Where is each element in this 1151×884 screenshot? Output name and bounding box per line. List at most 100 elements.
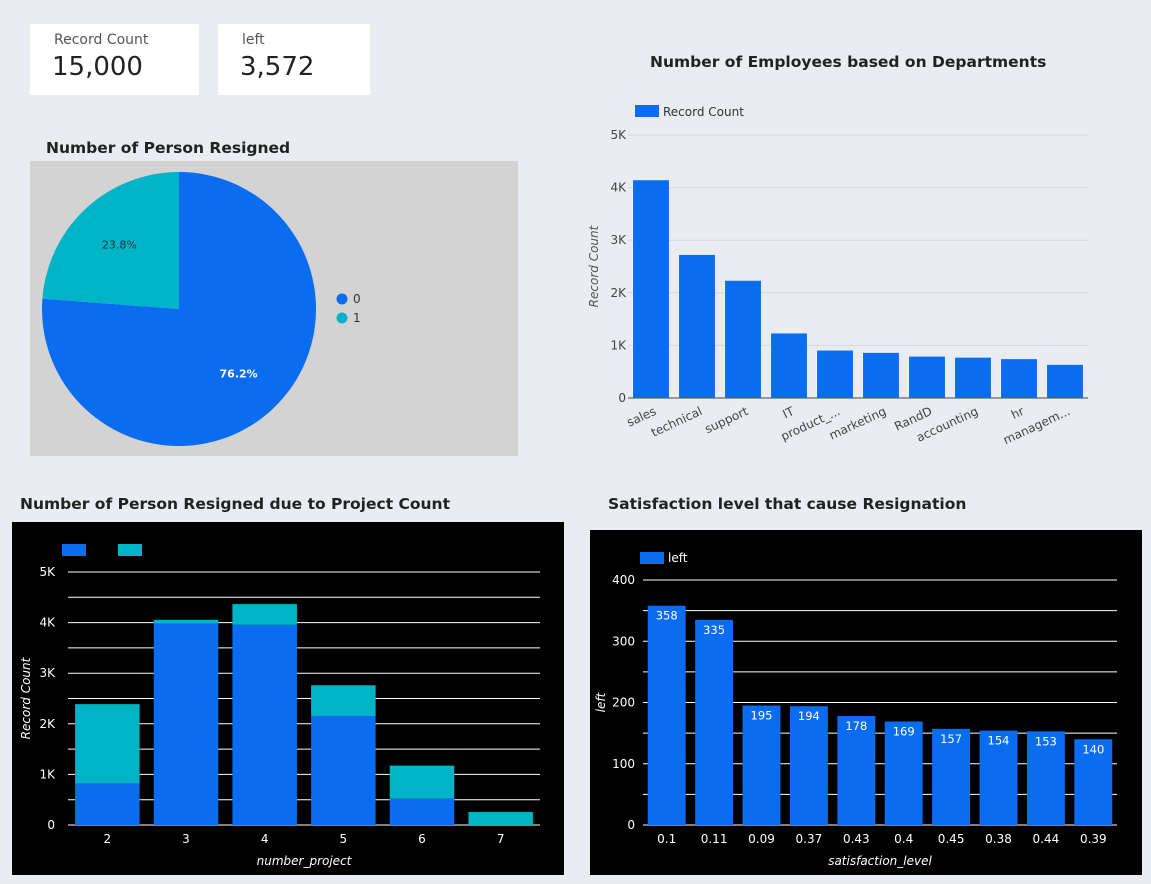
data-label: 153 xyxy=(1035,734,1057,748)
bar-segment-2 xyxy=(75,783,140,825)
bar-accounting xyxy=(955,357,991,398)
y-tick-label: 1K xyxy=(610,338,627,352)
satisfaction-bar-chart: 0 100 200 300 400 left left 358 0.1 335 0.11 195 0.0… xyxy=(590,530,1142,875)
legend-marker xyxy=(640,552,664,564)
y-tick-label: 300 xyxy=(612,634,635,648)
x-tick-label: 0.1 xyxy=(657,832,676,846)
kpi-record-count: Record Count 15,000 xyxy=(30,24,199,95)
x-tick-label: 6 xyxy=(418,832,426,846)
data-label: 154 xyxy=(988,734,1010,748)
data-label: 140 xyxy=(1082,742,1104,756)
kpi-label: Record Count xyxy=(54,32,149,48)
y-tick-label: 5K xyxy=(39,565,56,579)
y-tick-label: 4K xyxy=(610,181,627,195)
bar-segment-6 xyxy=(389,765,455,799)
y-tick-label: 2K xyxy=(610,286,627,300)
y-tick-label: 0 xyxy=(618,391,626,405)
bar-hr xyxy=(1001,359,1037,398)
y-tick-label: 100 xyxy=(612,757,635,771)
legend-marker xyxy=(336,293,348,305)
x-tick-label: 2 xyxy=(104,832,112,846)
dept-chart-title: Number of Employees based on Departments xyxy=(650,53,1047,71)
bar-technical xyxy=(679,254,715,398)
x-tick-label: 4 xyxy=(261,832,269,846)
data-label: 169 xyxy=(893,724,915,738)
satisfaction-chart-title: Satisfaction level that cause Resignatio… xyxy=(608,495,967,513)
y-tick-label: 200 xyxy=(612,696,635,710)
y-tick-label: 400 xyxy=(612,573,635,587)
x-tick-label: technical xyxy=(649,404,704,440)
bar-segment-4 xyxy=(232,604,297,625)
kpi-value: 3,572 xyxy=(240,52,315,82)
bar-segment-3 xyxy=(153,623,219,825)
bar-managem... xyxy=(1047,364,1083,398)
bar-product_... xyxy=(817,350,853,398)
bar-segment-2 xyxy=(75,704,140,784)
bar-IT xyxy=(771,333,807,398)
project-chart-title: Number of Person Resigned due to Project… xyxy=(20,495,451,513)
y-tick-label: 5K xyxy=(610,128,627,142)
bar-segment-6 xyxy=(389,798,455,825)
pie-chart-title: Number of Person Resigned xyxy=(46,139,291,157)
x-tick-label: 0.38 xyxy=(985,832,1012,846)
x-tick-label: 0.44 xyxy=(1033,832,1060,846)
legend-marker xyxy=(118,544,142,556)
legend-label: Record Count xyxy=(663,105,744,119)
y-axis-label: left xyxy=(594,691,608,712)
kpi-value: 15,000 xyxy=(52,52,143,82)
y-axis-label: Record Count xyxy=(587,224,601,307)
x-tick-label: 0.4 xyxy=(894,832,913,846)
pie-slice-label: 76.2% xyxy=(220,367,258,380)
data-label: 335 xyxy=(703,623,725,637)
data-label: 178 xyxy=(845,719,867,733)
kpi-left: left 3,572 xyxy=(218,24,370,95)
y-tick-label: 3K xyxy=(610,233,627,247)
data-label: 157 xyxy=(940,732,962,746)
y-tick-label: 2K xyxy=(39,717,56,731)
x-tick-label: 0.37 xyxy=(796,832,823,846)
bar-0.1 xyxy=(647,605,686,825)
bar-0.37 xyxy=(789,706,828,825)
pie-slice-label: 23.8% xyxy=(102,239,137,252)
x-tick-label: 0.11 xyxy=(701,832,728,846)
legend-marker xyxy=(62,544,86,556)
bar-marketing xyxy=(863,352,899,398)
project-stacked-bar-chart: 0 1K 2K 3K 4K 5K Record Count 2 3 4 5 6 7 number_proj… xyxy=(12,522,564,875)
data-label: 195 xyxy=(751,709,773,723)
y-tick-label: 4K xyxy=(39,616,56,630)
y-tick-label: 1K xyxy=(39,767,56,781)
y-tick-label: 3K xyxy=(39,666,56,680)
data-label: 358 xyxy=(656,609,678,623)
legend-label: 0 xyxy=(353,292,361,306)
pie-chart: 76.2% 0 23.8% 1 xyxy=(30,161,518,456)
y-tick-label: 0 xyxy=(47,818,55,832)
bar-0.11 xyxy=(695,619,734,825)
bar-support xyxy=(725,280,761,398)
y-tick-label: 0 xyxy=(627,818,635,832)
x-tick-label: 5 xyxy=(340,832,348,846)
x-axis-label: number_project xyxy=(257,854,353,868)
x-tick-label: 0.39 xyxy=(1080,832,1107,846)
bar-segment-5 xyxy=(311,685,376,717)
legend-label: 1 xyxy=(353,311,361,325)
legend-marker xyxy=(635,105,659,117)
x-tick-label: IT xyxy=(780,404,796,422)
legend-label: left xyxy=(668,551,688,565)
bar-RandD xyxy=(909,356,945,398)
x-axis-label: satisfaction_level xyxy=(828,854,932,868)
x-tick-label: hr xyxy=(1009,404,1026,422)
x-tick-label: support xyxy=(703,404,751,436)
x-tick-label: 0.43 xyxy=(843,832,870,846)
bar-segment-4 xyxy=(232,624,297,825)
x-tick-label: 0.45 xyxy=(938,832,965,846)
dept-bar-chart: 01K2K3K4K5KRecord CountRecord Countsales… xyxy=(587,105,1088,447)
x-tick-label: 3 xyxy=(182,832,190,846)
bar-segment-5 xyxy=(311,716,376,825)
kpi-label: left xyxy=(242,32,265,48)
x-tick-label: 7 xyxy=(497,832,505,846)
legend-marker xyxy=(336,312,348,324)
y-axis-label: Record Count xyxy=(19,656,33,739)
data-label: 194 xyxy=(798,709,820,723)
bar-sales xyxy=(633,180,669,398)
bar-segment-3 xyxy=(153,619,219,624)
